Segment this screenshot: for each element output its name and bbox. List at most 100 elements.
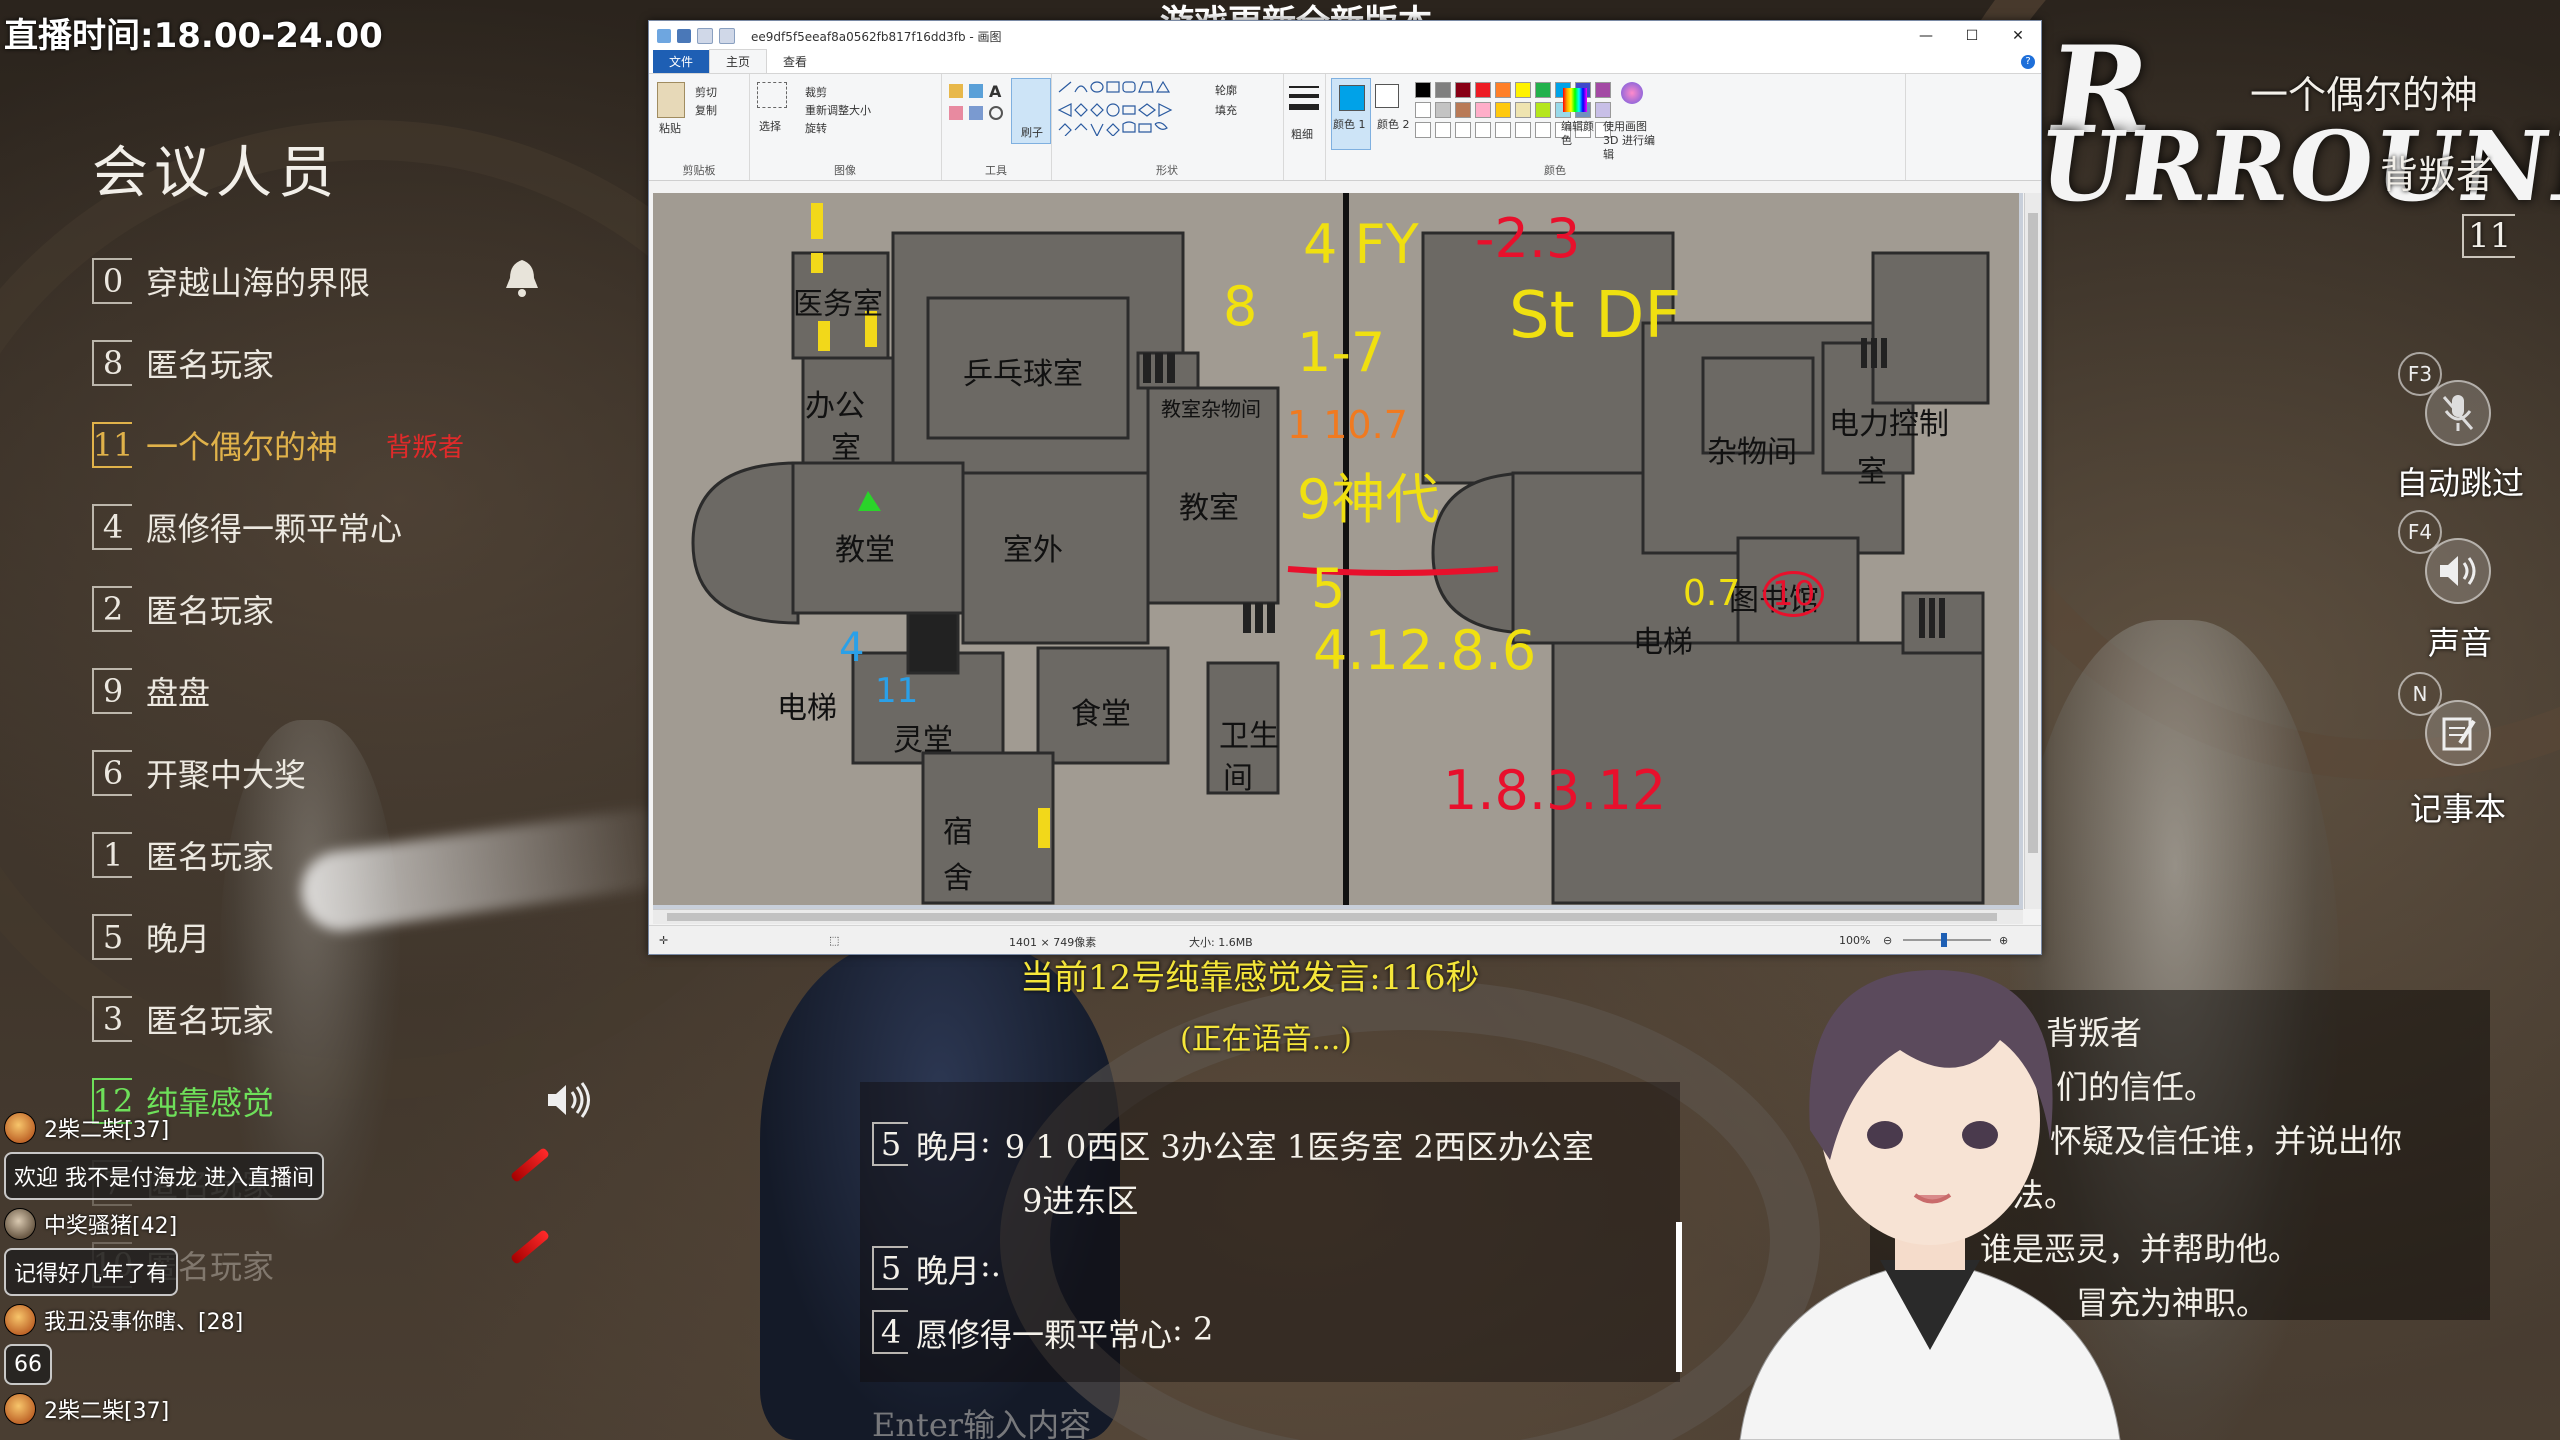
chat-input[interactable]: Enter输入内容 (872, 1400, 1091, 1440)
redo-icon[interactable] (719, 28, 735, 44)
palette-swatch[interactable] (1415, 102, 1431, 118)
paint3d-label[interactable]: 使用画图 3D 进行编辑 (1603, 120, 1663, 162)
scroll-thumb[interactable] (2028, 213, 2038, 853)
cursor-position-icon: ✛ (659, 934, 669, 947)
palette-swatch[interactable] (1435, 82, 1451, 98)
annotation: 9神代 (1297, 468, 1440, 531)
player-row[interactable]: 4 愿修得一颗平常心 (92, 486, 652, 568)
group-label: 图像 (834, 164, 856, 177)
custom-color-swatch[interactable] (1515, 122, 1531, 138)
map-label: 食堂 (1071, 697, 1131, 732)
zoom-out-button[interactable]: ⊖ (1883, 934, 1892, 947)
cut-button[interactable]: 剪切 (695, 84, 717, 100)
palette-swatch[interactable] (1475, 82, 1491, 98)
paste-icon[interactable] (657, 82, 685, 118)
player-row[interactable]: 1 匿名玩家 (92, 814, 652, 896)
map-label: 室 (831, 431, 861, 466)
chat-username: 我丑没事你瞎、[28] (44, 1310, 244, 1335)
undo-icon[interactable] (697, 28, 713, 44)
paint3d-icon[interactable] (1621, 82, 1643, 104)
maximize-button[interactable]: ☐ (1949, 21, 1995, 51)
player-row[interactable]: 9 盘盘 (92, 650, 652, 732)
group-label: 剪贴板 (682, 164, 716, 177)
color-picker-icon[interactable] (969, 106, 983, 120)
custom-color-swatch[interactable] (1435, 122, 1451, 138)
tab-home[interactable]: 主页 (709, 49, 768, 73)
custom-color-swatch[interactable] (1415, 122, 1431, 138)
map-label: 电梯 (1633, 625, 1693, 660)
zoom-in-button[interactable]: ⊕ (1999, 934, 2008, 947)
outline-button[interactable]: 轮廓 (1215, 82, 1237, 98)
paint-titlebar[interactable]: ee9df5f5eeaf8a0562fb817f16dd3fb - 画图 — ☐… (649, 21, 2041, 51)
edit-colors-label[interactable]: 编辑颜色 (1561, 120, 1601, 148)
size-line-icon[interactable] (1289, 104, 1319, 110)
crop-button[interactable]: 裁剪 (805, 84, 827, 100)
tab-view[interactable]: 查看 (767, 50, 823, 73)
canvas[interactable]: 医务室 办公 室 乒乓球室 教室杂物间 教室 室外 教堂 电梯 灵堂 食堂 卫生… (653, 193, 2023, 909)
shapes-gallery[interactable] (1057, 80, 1207, 136)
custom-color-swatch[interactable] (1475, 122, 1491, 138)
player-row[interactable]: 8 匿名玩家 (92, 322, 652, 404)
close-button[interactable]: ✕ (1995, 21, 2041, 51)
palette-swatch[interactable] (1475, 102, 1491, 118)
player-row[interactable]: 3 匿名玩家 (92, 978, 652, 1060)
palette-swatch[interactable] (1535, 82, 1551, 98)
notebook-button[interactable] (2425, 700, 2491, 766)
pencil-icon[interactable] (949, 84, 963, 98)
palette-swatch[interactable] (1595, 82, 1611, 98)
select-label[interactable]: 选择 (759, 118, 781, 134)
player-row[interactable]: 2 匿名玩家 (92, 568, 652, 650)
player-row[interactable]: 0 穿越山海的界限 (92, 240, 652, 322)
sound-button[interactable] (2425, 538, 2491, 604)
vertical-scrollbar[interactable] (2024, 193, 2041, 909)
zoom-slider[interactable] (1903, 933, 1991, 947)
tab-file[interactable]: 文件 (653, 50, 710, 73)
palette-swatch[interactable] (1435, 102, 1451, 118)
palette-swatch[interactable] (1595, 102, 1611, 118)
player-name: 盘盘 (146, 674, 211, 712)
help-icon[interactable]: ? (2021, 55, 2035, 69)
color1-button[interactable] (1331, 78, 1371, 150)
eraser-icon[interactable] (949, 106, 963, 120)
player-name: 匿名玩家 (146, 1002, 275, 1040)
palette-swatch[interactable] (1495, 102, 1511, 118)
palette-swatch[interactable] (1515, 82, 1531, 98)
custom-color-swatch[interactable] (1495, 122, 1511, 138)
magnifier-icon[interactable] (989, 106, 1003, 120)
palette-swatch[interactable] (1415, 82, 1431, 98)
rotate-button[interactable]: 旋转 (805, 120, 827, 136)
paste-label[interactable]: 粘贴 (659, 120, 681, 136)
player-row[interactable]: 11 一个偶尔的神 背叛者 (92, 404, 652, 486)
palette-swatch[interactable] (1495, 82, 1511, 98)
text-tool-icon[interactable]: A (989, 82, 1001, 101)
edit-colors-icon[interactable] (1563, 88, 1587, 112)
tools-group: A 刷子 工具 (941, 74, 1052, 180)
size-line-icon[interactable] (1289, 86, 1319, 88)
transcript-line: 4 愿修得一颗平常心 : 2 (872, 1310, 1213, 1356)
zoom-slider-thumb[interactable] (1941, 933, 1947, 947)
chat-user-line: 2柴二柴[37] (4, 1393, 424, 1425)
palette-swatch[interactable] (1455, 82, 1471, 98)
minimize-button[interactable]: — (1903, 21, 1949, 51)
paint-window[interactable]: ee9df5f5eeaf8a0562fb817f16dd3fb - 画图 — ☐… (648, 20, 2042, 955)
auto-skip-button[interactable] (2425, 380, 2491, 446)
save-icon[interactable] (677, 29, 691, 43)
palette-swatch[interactable] (1515, 102, 1531, 118)
copy-button[interactable]: 复制 (695, 102, 717, 118)
custom-color-swatch[interactable] (1535, 122, 1551, 138)
transcript-scrollbar[interactable] (1676, 1222, 1682, 1372)
resize-button[interactable]: 重新调整大小 (805, 102, 871, 118)
custom-color-swatch[interactable] (1455, 122, 1471, 138)
color2-swatch[interactable] (1375, 84, 1399, 108)
player-row[interactable]: 5 晚月 (92, 896, 652, 978)
fill-bucket-icon[interactable] (969, 84, 983, 98)
size-line-icon[interactable] (1289, 94, 1319, 98)
select-icon[interactable] (757, 82, 787, 108)
palette-swatch[interactable] (1455, 102, 1471, 118)
scroll-thumb[interactable] (667, 913, 1997, 921)
fill-button[interactable]: 填充 (1215, 102, 1237, 118)
player-role: 背叛者 (386, 432, 465, 463)
horizontal-scrollbar[interactable] (653, 909, 2023, 924)
player-row[interactable]: 6 开聚中大奖 (92, 732, 652, 814)
palette-swatch[interactable] (1535, 102, 1551, 118)
